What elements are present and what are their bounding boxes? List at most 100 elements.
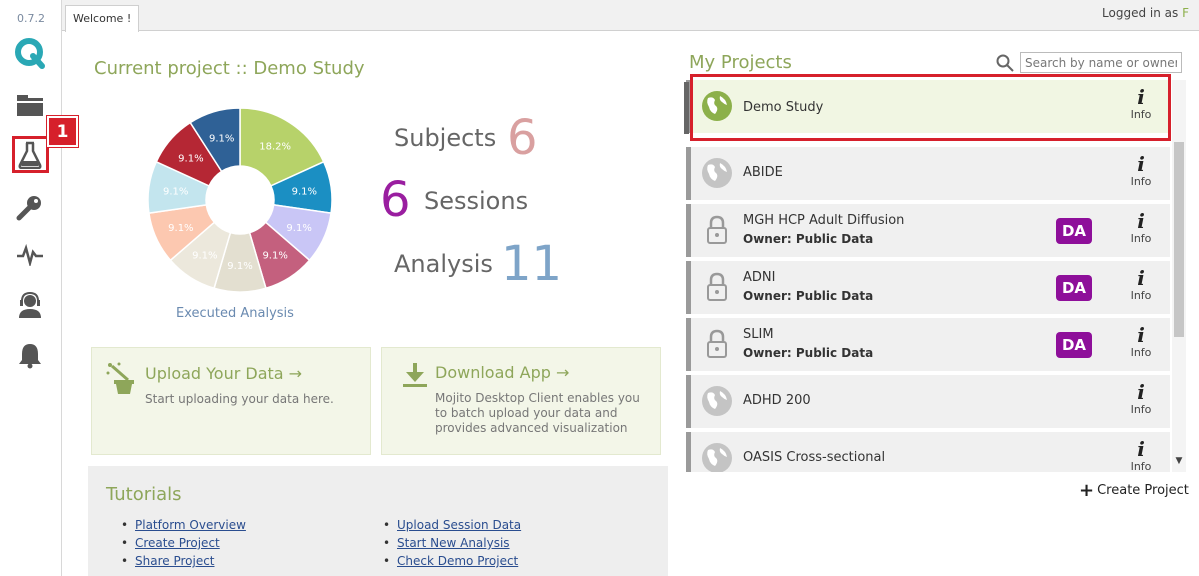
project-list-scroll-thumb[interactable] xyxy=(1174,142,1184,337)
info-icon: i xyxy=(1137,380,1145,404)
pie-slice-label-9: 9.1% xyxy=(178,153,203,164)
active-project-indicator xyxy=(684,82,689,134)
tutorials-panel: Tutorials Platform Overview Create Proje… xyxy=(88,466,668,576)
owner-da-badge: DA xyxy=(1056,275,1092,301)
pie-slice-label-5: 9.1% xyxy=(227,261,252,272)
project-row-abide[interactable]: ABIDE i Info xyxy=(686,147,1170,200)
create-project-label: Create Project xyxy=(1097,483,1189,498)
download-card-line-2: to batch upload your data and xyxy=(435,406,618,420)
tutorials-title: Tutorials xyxy=(106,484,182,505)
support-icon[interactable] xyxy=(13,288,47,322)
project-search-input[interactable] xyxy=(1020,52,1182,73)
analysis-label: Analysis xyxy=(394,250,493,278)
upload-card-text: Start uploading your data here. xyxy=(145,392,334,406)
pie-slice-label-1: 18.2% xyxy=(259,141,291,152)
annotation-badge: 1 xyxy=(47,116,78,147)
info-icon: i xyxy=(1137,209,1145,233)
lock-icon xyxy=(707,215,727,244)
search-icon[interactable] xyxy=(996,54,1014,72)
project-row-adni[interactable]: ADNI Owner: Public Data DA i Info xyxy=(686,261,1170,314)
project-row-oasis[interactable]: OASIS Cross-sectional i Info xyxy=(686,432,1170,472)
download-card-line-3: provides advanced visualization xyxy=(435,421,628,435)
tutorial-link-share-project[interactable]: Share Project xyxy=(121,554,214,568)
pie-slice-label-6: 9.1% xyxy=(192,251,217,262)
pie-slice-label-7: 9.1% xyxy=(168,223,193,234)
globe-icon xyxy=(702,386,732,416)
info-label: Info xyxy=(1130,289,1152,302)
logged-in-prefix: Logged in as xyxy=(1102,6,1179,20)
lock-icon xyxy=(707,329,727,358)
project-row-slim[interactable]: SLIM Owner: Public Data DA i Info xyxy=(686,318,1170,371)
project-owner: Owner: Public Data xyxy=(743,289,874,303)
globe-icon xyxy=(702,443,732,472)
info-icon: i xyxy=(1137,266,1145,290)
magic-wand-icon xyxy=(106,362,134,394)
pie-slice-label-3: 9.1% xyxy=(286,223,311,234)
project-name: MGH HCP Adult Diffusion xyxy=(743,213,905,228)
tab-welcome[interactable]: Welcome ! xyxy=(65,5,140,32)
pie-slice-label-10: 9.1% xyxy=(209,134,234,145)
tutorial-link-upload-session-data[interactable]: Upload Session Data xyxy=(383,518,521,532)
executed-analysis-chart: 18.2% 9.1% 9.1% 9.1% 9.1% 9.1% 9.1% 9.1% 9.1% 9.1… xyxy=(147,107,333,293)
sessions-label: Sessions xyxy=(424,187,529,215)
download-card[interactable]: Download App → Mojito Desktop Client ena… xyxy=(381,347,661,455)
left-sidebar: 0.7.2 xyxy=(0,0,62,576)
info-label: Info xyxy=(1130,460,1152,472)
logged-in-status: Logged in as F xyxy=(1102,6,1189,20)
project-name: ADNI xyxy=(743,270,776,285)
bell-icon[interactable] xyxy=(13,338,47,372)
tab-bar: Welcome ! Logged in as F xyxy=(62,0,1199,32)
app-version: 0.7.2 xyxy=(17,12,45,25)
project-name: ABIDE xyxy=(743,165,783,180)
owner-da-badge: DA xyxy=(1056,332,1092,358)
tutorial-link-check-demo-project[interactable]: Check Demo Project xyxy=(383,554,518,568)
download-card-line-1: Mojito Desktop Client enables you xyxy=(435,391,640,405)
project-row-mgh-hcp[interactable]: MGH HCP Adult Diffusion Owner: Public Da… xyxy=(686,204,1170,257)
subjects-value: 6 xyxy=(507,110,538,166)
project-info-button[interactable]: i Info xyxy=(1121,324,1161,364)
project-info-button[interactable]: i Info xyxy=(1121,210,1161,250)
pie-slice-label-8: 9.1% xyxy=(163,187,188,198)
owner-da-badge: DA xyxy=(1056,218,1092,244)
info-label: Info xyxy=(1130,403,1152,416)
chart-caption: Executed Analysis xyxy=(176,306,294,321)
project-name: ADHD 200 xyxy=(743,393,811,408)
my-projects-title: My Projects xyxy=(689,52,792,73)
project-info-button[interactable]: i Info xyxy=(1121,381,1161,421)
tutorial-link-platform-overview[interactable]: Platform Overview xyxy=(121,518,246,532)
annotation-highlight-project xyxy=(690,74,1171,141)
project-owner: Owner: Public Data xyxy=(743,346,874,360)
project-row-adhd-200[interactable]: ADHD 200 i Info xyxy=(686,375,1170,428)
analysis-value: 11 xyxy=(501,236,563,292)
project-owner: Owner: Public Data xyxy=(743,232,874,246)
project-info-button[interactable]: i Info xyxy=(1121,153,1161,193)
create-project-button[interactable]: + Create Project xyxy=(1079,480,1189,501)
subjects-label: Subjects xyxy=(394,124,497,152)
download-icon xyxy=(403,363,427,387)
folder-icon[interactable] xyxy=(13,88,47,122)
project-info-button[interactable]: i Info xyxy=(1121,438,1161,472)
info-icon: i xyxy=(1137,437,1145,461)
project-name: OASIS Cross-sectional xyxy=(743,450,886,465)
key-icon[interactable] xyxy=(13,190,47,224)
tutorial-link-create-project[interactable]: Create Project xyxy=(121,536,220,550)
pie-slice-label-2: 9.1% xyxy=(292,187,317,198)
upload-card-title[interactable]: Upload Your Data → xyxy=(145,364,302,383)
pulse-icon[interactable] xyxy=(13,238,47,272)
scroll-down-icon[interactable]: ▼ xyxy=(1174,456,1184,470)
globe-icon xyxy=(702,158,732,188)
upload-card[interactable]: Upload Your Data → Start uploading your … xyxy=(91,347,371,455)
logged-in-user[interactable]: F xyxy=(1182,6,1189,20)
project-info-button[interactable]: i Info xyxy=(1121,267,1161,307)
logo-icon[interactable] xyxy=(13,36,47,70)
info-label: Info xyxy=(1130,346,1152,359)
sessions-value: 6 xyxy=(380,172,411,228)
lock-icon xyxy=(707,272,727,301)
plus-icon: + xyxy=(1079,480,1095,501)
current-project-title: Current project :: Demo Study xyxy=(94,58,365,79)
annotation-highlight-box xyxy=(12,136,49,173)
project-name: SLIM xyxy=(743,327,774,342)
tutorial-link-start-new-analysis[interactable]: Start New Analysis xyxy=(383,536,510,550)
info-label: Info xyxy=(1130,232,1152,245)
download-card-title[interactable]: Download App → xyxy=(435,363,569,382)
